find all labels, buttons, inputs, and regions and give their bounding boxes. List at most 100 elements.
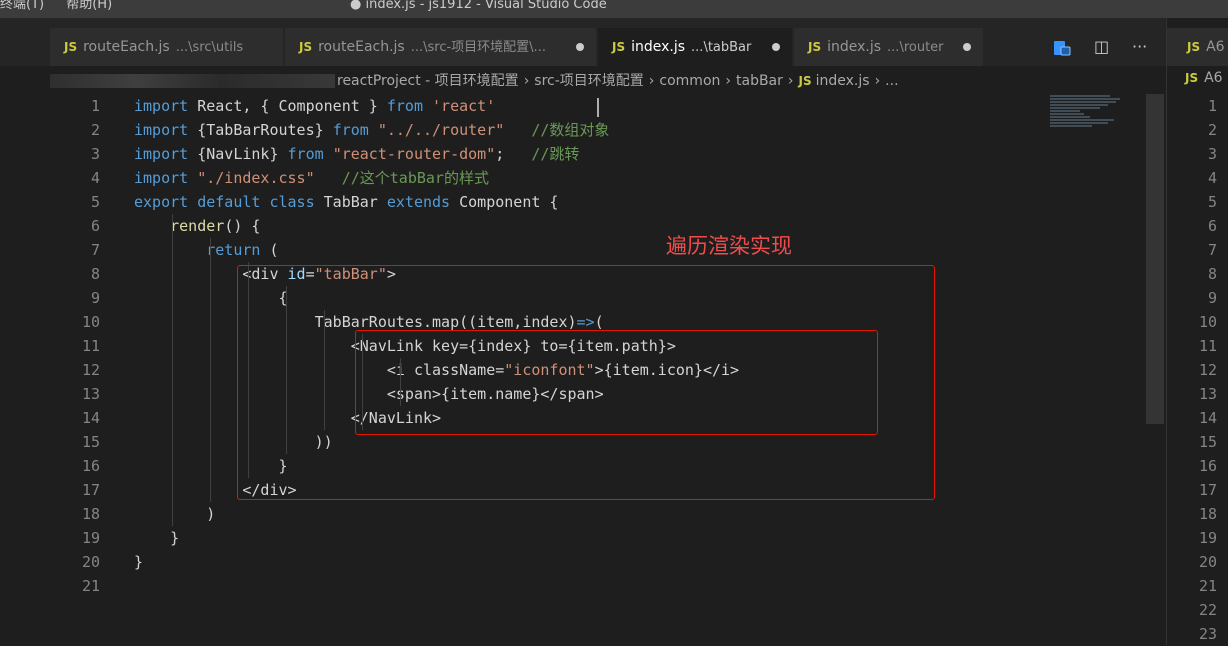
line-number: 7 — [1207, 241, 1217, 259]
chevron-right-icon: › — [648, 73, 655, 89]
code-line[interactable]: 6 render() { — [50, 214, 1050, 238]
line-number: 15 — [81, 433, 100, 451]
breadcrumb-segment[interactable]: common — [659, 73, 720, 89]
line-number: 20 — [81, 553, 100, 571]
right-breadcrumb-label: A6 — [1204, 70, 1223, 86]
code-text: } — [134, 553, 144, 571]
line-number: 14 — [1198, 409, 1217, 427]
code-text: ) — [134, 505, 216, 523]
line-number: 15 — [1198, 433, 1217, 451]
js-file-icon: JS — [808, 40, 822, 54]
code-line[interactable]: 2 import {TabBarRoutes} from "../../route… — [50, 118, 1050, 142]
compare-icon[interactable] — [1052, 28, 1072, 66]
line-number: 3 — [90, 145, 100, 163]
annotation-label: 遍历渲染实现 — [666, 234, 792, 258]
breadcrumb-tail[interactable]: ... — [885, 73, 898, 89]
code-text: } — [134, 529, 180, 547]
tab-index-tabbar[interactable]: JS index.js ...\tabBar — [598, 28, 793, 66]
indent-guide — [172, 214, 173, 526]
line-number: 16 — [81, 457, 100, 475]
indent-guide — [210, 238, 211, 502]
js-file-icon: JS — [1185, 71, 1199, 85]
code-line[interactable]: 20} — [50, 550, 1050, 574]
unsaved-dot-icon[interactable] — [772, 43, 780, 51]
code-line[interactable]: 1 import React, { Component } from 'react… — [50, 94, 1050, 118]
breadcrumb-segment[interactable]: src-项目环境配置 — [534, 73, 644, 89]
code-line[interactable]: 18 ) — [50, 502, 1050, 526]
tab-filename: index.js — [827, 39, 882, 55]
text-cursor — [597, 98, 599, 117]
window-title: ● index.js - js1912 - Visual Studio Code — [350, 0, 607, 12]
code-text: export default class TabBar extends Comp… — [134, 193, 559, 211]
tab-filename: routeEach.js — [318, 39, 405, 55]
breadcrumb-segment[interactable]: tabBar — [736, 73, 783, 89]
chevron-right-icon: › — [787, 73, 794, 89]
tab-path: ...\src-项目环境配置\... — [410, 40, 546, 55]
code-line[interactable]: 7 return ( — [50, 238, 1050, 262]
tab-path: ...\src\utils — [175, 40, 244, 55]
code-text: return ( — [206, 241, 279, 259]
split-editor-icon[interactable]: ◫ — [1094, 28, 1109, 66]
line-number: 13 — [81, 385, 100, 403]
line-number: 13 — [1198, 385, 1217, 403]
chevron-right-icon: › — [874, 73, 881, 89]
line-number: 10 — [81, 313, 100, 331]
menu-help[interactable]: 帮助(H) — [66, 0, 112, 12]
code-line[interactable]: 19 } — [50, 526, 1050, 550]
line-number: 14 — [81, 409, 100, 427]
line-number: 20 — [1198, 553, 1217, 571]
line-number: 21 — [81, 577, 100, 595]
editor-tab-bar: JS routeEach.js ...\src\utils JS routeEach.… — [0, 18, 1166, 66]
code-line[interactable]: 3 import {NavLink} from "react-router-dom… — [50, 142, 1050, 166]
line-number: 1 — [1207, 97, 1217, 115]
menu-terminal[interactable]: 终端(T) — [0, 0, 44, 12]
tab-filename: index.js — [631, 39, 686, 55]
more-icon[interactable]: ··· — [1132, 28, 1147, 66]
right-tab-label: A6 — [1206, 39, 1225, 55]
code-line[interactable]: 21 — [50, 574, 1050, 598]
line-number: 22 — [1198, 601, 1217, 619]
tab-path: ...\tabBar — [691, 40, 752, 55]
tab-path: ...\router — [887, 40, 944, 55]
unsaved-dot-icon[interactable] — [576, 43, 584, 51]
line-number: 16 — [1198, 457, 1217, 475]
line-number: 1 — [90, 97, 100, 115]
line-number: 5 — [1207, 193, 1217, 211]
line-number: 12 — [81, 361, 100, 379]
line-number: 5 — [90, 193, 100, 211]
tab-routeeach-src[interactable]: JS routeEach.js ...\src-项目环境配置\... — [285, 28, 597, 66]
line-number: 9 — [1207, 289, 1217, 307]
code-editor[interactable]: 1 import React, { Component } from 'react… — [50, 94, 1166, 645]
tab-bar-gutter — [0, 18, 50, 66]
line-number: 21 — [1198, 577, 1217, 595]
code-text: import {NavLink} from "react-router-dom"… — [134, 145, 580, 163]
code-text: import {TabBarRoutes} from "../../router… — [134, 121, 610, 139]
line-number: 19 — [81, 529, 100, 547]
right-breadcrumb[interactable]: JS A6 — [1167, 70, 1223, 86]
line-number: 11 — [1198, 337, 1217, 355]
breadcrumb-segment[interactable]: reactProject - 项目环境配置 — [337, 73, 519, 89]
chevron-right-icon: › — [523, 73, 530, 89]
js-file-icon: JS — [64, 40, 78, 54]
line-number: 9 — [90, 289, 100, 307]
code-line[interactable]: 5 export default class TabBar extends Com… — [50, 190, 1050, 214]
vertical-scrollbar[interactable] — [1146, 94, 1164, 424]
line-number: 11 — [81, 337, 100, 355]
code-line[interactable]: 4 import "./index.css" //这个tabBar的样式 — [50, 166, 1050, 190]
tab-index-router[interactable]: JS index.js ...\router — [794, 28, 984, 66]
code-text: import "./index.css" //这个tabBar的样式 — [134, 169, 489, 187]
line-number: 18 — [81, 505, 100, 523]
line-number: 4 — [90, 169, 100, 187]
breadcrumb-file[interactable]: index.js — [816, 73, 870, 89]
js-file-icon: JS — [612, 40, 626, 54]
line-number: 2 — [90, 121, 100, 139]
line-number: 6 — [1207, 217, 1217, 235]
minimap[interactable] — [1050, 94, 1150, 134]
menu-bar: 终端(T) 帮助(H) — [0, 0, 130, 12]
line-number: 8 — [90, 265, 100, 283]
tab-filename: routeEach.js — [83, 39, 170, 55]
line-number: 3 — [1207, 145, 1217, 163]
tab-routeeach-utils[interactable]: JS routeEach.js ...\src\utils — [50, 28, 284, 66]
right-tab[interactable]: JS A6 — [1167, 28, 1228, 66]
unsaved-dot-icon[interactable] — [963, 43, 971, 51]
